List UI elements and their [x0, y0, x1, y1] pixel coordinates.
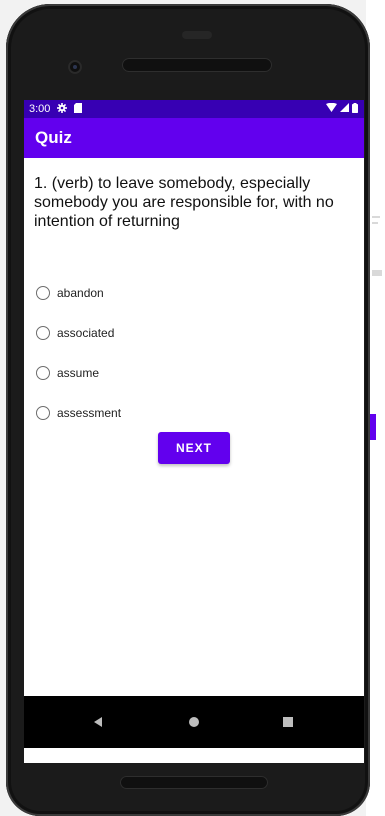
app-title: Quiz	[35, 128, 72, 147]
settings-icon	[57, 102, 68, 116]
battery-icon	[352, 102, 358, 116]
front-camera	[68, 60, 82, 74]
quiz-content: 1. (verb) to leave somebody, especially …	[24, 158, 364, 698]
proximity-sensor	[182, 31, 212, 39]
background-text	[372, 216, 380, 218]
answer-label: abandon	[57, 286, 104, 300]
desktop-background: 3:00 Quiz 1. (verb) to leave somebody, e…	[0, 0, 385, 816]
wifi-icon	[326, 102, 337, 115]
back-icon[interactable]	[90, 713, 108, 731]
answer-option-abandon[interactable]: abandon	[36, 286, 104, 300]
answer-option-assume[interactable]: assume	[36, 366, 99, 380]
question-text: 1. (verb) to leave somebody, especially …	[34, 175, 334, 230]
background-text	[372, 222, 378, 224]
radio-button-icon[interactable]	[36, 366, 50, 380]
signal-icon	[340, 103, 349, 115]
app-bar: Quiz	[24, 118, 364, 158]
radio-button-icon[interactable]	[36, 326, 50, 340]
answer-option-assessment[interactable]: assessment	[36, 406, 121, 420]
radio-button-icon[interactable]	[36, 286, 50, 300]
system-navigation-bar	[24, 696, 364, 748]
status-bar: 3:00	[24, 100, 364, 118]
app-screen: 3:00 Quiz 1. (verb) to leave somebody, e…	[24, 100, 364, 763]
home-icon[interactable]	[185, 713, 203, 731]
answer-label: assume	[57, 366, 100, 380]
radio-button-icon[interactable]	[36, 406, 50, 420]
earpiece-speaker	[122, 58, 272, 72]
background-accent	[370, 414, 376, 440]
recents-icon[interactable]	[279, 713, 297, 731]
answer-option-associated[interactable]: associated	[36, 326, 114, 340]
bottom-speaker	[120, 776, 268, 789]
next-button[interactable]: NEXT	[158, 432, 230, 464]
status-time: 3:00	[29, 103, 51, 115]
answer-label: associated	[57, 326, 115, 340]
answer-label: assessment	[57, 406, 122, 420]
sd-card-icon	[74, 102, 83, 116]
background-shape	[372, 270, 382, 276]
